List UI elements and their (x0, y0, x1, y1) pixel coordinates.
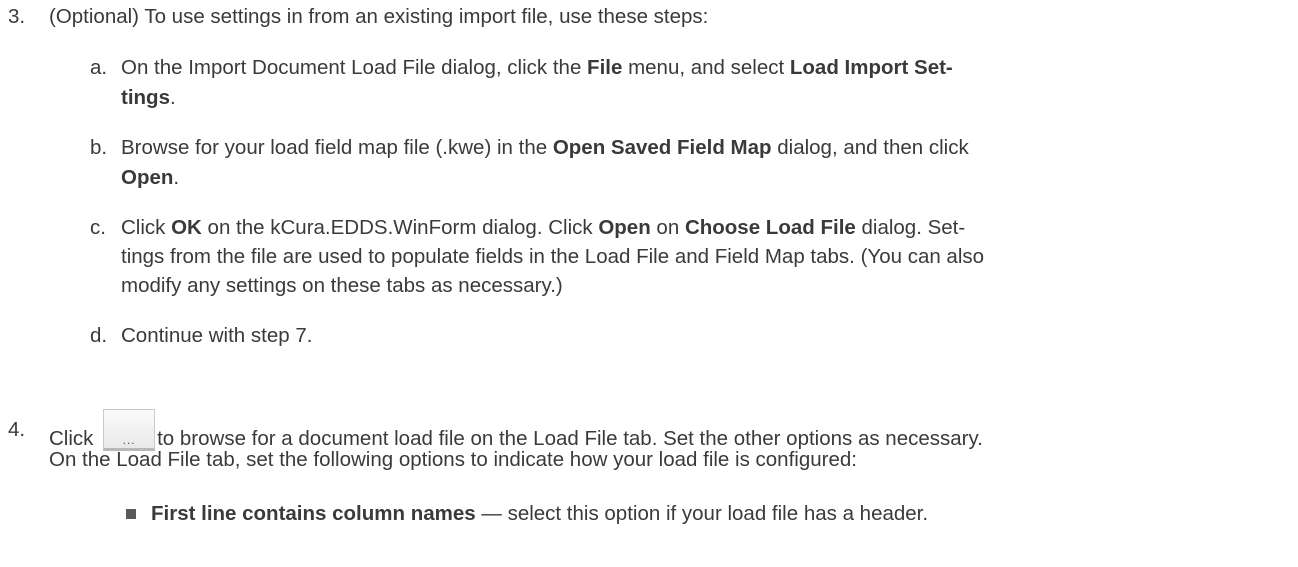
substep-b-letter: b. (90, 136, 108, 159)
step-4-number: 4. (8, 418, 26, 441)
open-saved-field-map-term: Open Saved Field Map (552, 136, 772, 159)
substep-c-letter: c. (90, 216, 106, 239)
substep-b-text-3: . (173, 166, 180, 189)
substep-b-line-1: Browse for your load field map file (.kw… (121, 133, 969, 163)
open-term-c: Open (598, 216, 651, 239)
step-4-line-2: On the Load File tab, set the following … (49, 448, 857, 471)
step-3-number: 3. (8, 5, 26, 28)
open-term: Open (121, 166, 174, 189)
substep-c-line-1: Click OK on the kCura.EDDS.WinForm dialo… (121, 213, 965, 243)
substep-c-text-4: dialog. Set- (855, 216, 966, 239)
substep-a-line-1: On the Import Document Load File dialog,… (121, 53, 953, 83)
ok-term: OK (171, 216, 202, 239)
bullet-text: — select this option if your load file h… (475, 502, 929, 525)
substep-c-line-2: tings from the file are used to populate… (121, 245, 985, 268)
substep-b-line-2: Open. (121, 163, 179, 193)
choose-load-file-term: Choose Load File (684, 216, 856, 239)
substep-c-text-2: on the kCura.EDDS.WinForm dialog. Click (201, 216, 599, 239)
bullet-item: First line contains column names — selec… (151, 499, 928, 529)
load-import-settings-term: Load Import Set- (789, 56, 953, 79)
substep-d-text: Continue with step 7. (121, 324, 313, 347)
substep-a-text-1: On the Import Document Load File dialog,… (121, 56, 588, 79)
substep-d-letter: d. (90, 324, 108, 347)
substep-c-line-3: modify any settings on these tabs as nec… (121, 274, 563, 297)
substep-a-letter: a. (90, 56, 108, 79)
substep-b-text-2: dialog, and then click (771, 136, 969, 159)
substep-a-text-3: . (169, 86, 176, 109)
substep-c-text-1: Click (121, 216, 172, 239)
load-import-settings-term-end: tings (121, 86, 170, 109)
substep-c-text-3: on (650, 216, 685, 239)
substep-b-text-1: Browse for your load field map file (.kw… (121, 136, 553, 159)
substep-a-line-2: tings. (121, 83, 176, 113)
step-3-text: (Optional) To use settings in from an ex… (49, 5, 709, 28)
substep-a-text-2: menu, and select (622, 56, 790, 79)
first-line-column-names-term: First line contains column names (151, 502, 476, 525)
file-menu-term: File (587, 56, 623, 79)
bullet-icon (126, 509, 136, 519)
